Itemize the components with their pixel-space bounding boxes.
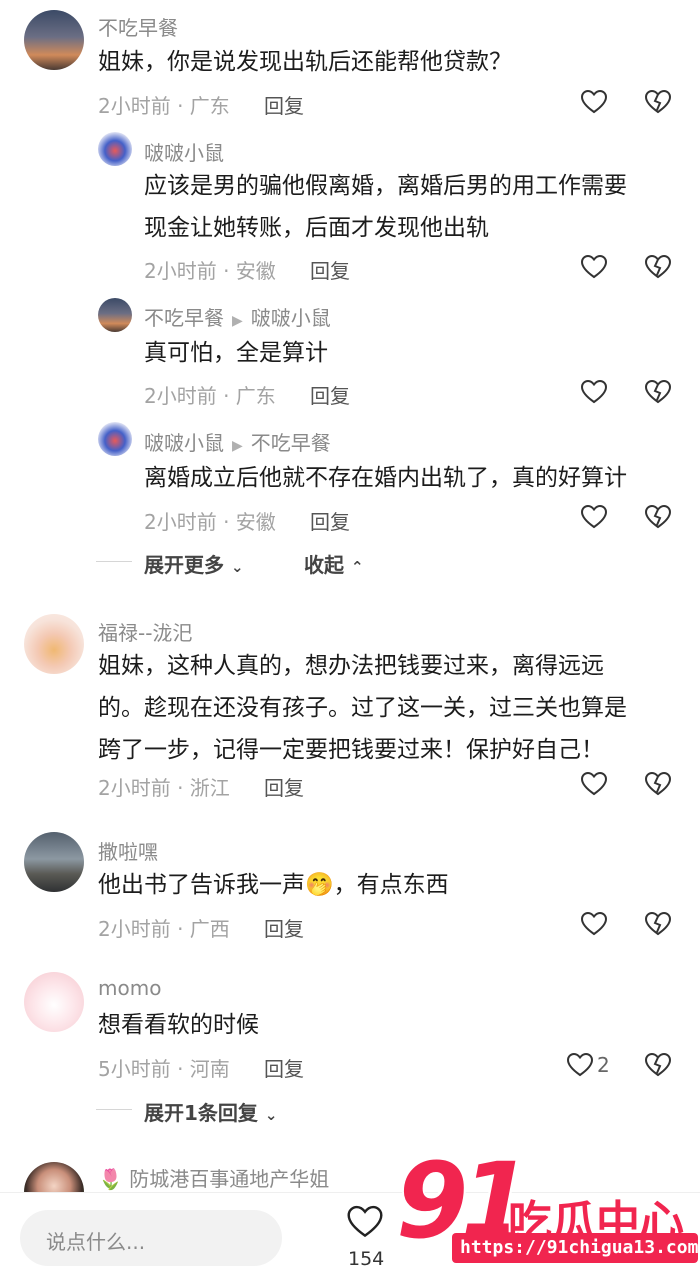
reply-meta: 2小时前 · 安徽 bbox=[144, 259, 276, 283]
reply-button[interactable]: 回复 bbox=[264, 772, 304, 801]
like-icon[interactable] bbox=[580, 770, 608, 798]
comment-author: 🌷 防城港百事通地产华姐 bbox=[98, 1163, 329, 1192]
reply-to-name[interactable]: 啵啵小鼠 bbox=[251, 306, 331, 330]
dislike-icon[interactable] bbox=[644, 378, 672, 406]
comment-meta: 2小时前 · 浙江 bbox=[98, 776, 230, 800]
like-icon[interactable] bbox=[580, 253, 608, 281]
reply-author-name[interactable]: 不吃早餐 bbox=[144, 306, 224, 330]
comment-text-line2: 的。趁现在还没有孩子。过了这一关，过三关也算是 bbox=[98, 695, 627, 721]
dislike-icon[interactable] bbox=[644, 1051, 672, 1079]
comment-text-part: ，有点东西 bbox=[333, 872, 449, 898]
like-icon[interactable] bbox=[580, 88, 608, 116]
collapse-label: 收起 bbox=[304, 553, 344, 577]
comment-text: 姐妹，你是说发现出轨后还能帮他贷款？ bbox=[98, 49, 512, 75]
comment-text-line1: 姐妹，这种人真的，想办法把钱要过来，离得远远 bbox=[98, 653, 604, 679]
comment-author[interactable]: momo bbox=[98, 976, 161, 1000]
comment-input[interactable]: 说点什么... bbox=[20, 1210, 282, 1266]
like-count: 2 bbox=[597, 1053, 610, 1077]
comment-meta: 5小时前 · 河南 bbox=[98, 1057, 230, 1081]
comment-text: 他出书了告诉我一声🤭，有点东西 bbox=[98, 863, 449, 907]
like-icon[interactable] bbox=[580, 503, 608, 531]
like-count: 154 bbox=[348, 1248, 385, 1270]
comment-author[interactable]: 撒啦嘿 bbox=[98, 836, 158, 865]
comment-meta: 2小时前 · 广东 bbox=[98, 94, 230, 118]
reply-text-line1: 应该是男的骗他假离婚，离婚后男的用工作需要 bbox=[144, 173, 627, 199]
comment-author-name[interactable]: 防城港百事通地产华姐 bbox=[129, 1167, 329, 1191]
watermark-url: https://91chigua13.com bbox=[460, 1237, 699, 1258]
avatar[interactable] bbox=[98, 298, 132, 332]
dislike-icon[interactable] bbox=[644, 88, 672, 116]
chevron-down-icon: ⌄ bbox=[230, 558, 244, 576]
divider bbox=[96, 1109, 132, 1110]
comment-text-line3: 跨了一步，记得一定要把钱要过来！保护好自己！ bbox=[98, 737, 604, 763]
avatar[interactable] bbox=[24, 972, 84, 1032]
expand-replies-label: 展开1条回复 bbox=[144, 1101, 258, 1125]
emoji: 🤭 bbox=[305, 872, 334, 898]
reply-text-line2: 现金让她转账，后面才发现他出轨 bbox=[144, 215, 489, 241]
reply-meta: 2小时前 · 安徽 bbox=[144, 510, 276, 534]
chevron-up-icon: ⌃ bbox=[350, 558, 364, 576]
like-icon[interactable] bbox=[566, 1051, 594, 1079]
reply-to-name[interactable]: 不吃早餐 bbox=[251, 431, 331, 455]
reply-author: 不吃早餐 ▶ 啵啵小鼠 bbox=[144, 302, 331, 331]
reply-button[interactable]: 回复 bbox=[310, 255, 350, 284]
watermark: 91 吃瓜中心 https://91chigua13.com bbox=[396, 1140, 700, 1280]
comment-author[interactable]: 不吃早餐 bbox=[98, 12, 178, 41]
reply-text: 离婚成立后他就不存在婚内出轨了，真的好算计 bbox=[144, 465, 627, 491]
expand-more-label: 展开更多 bbox=[144, 553, 224, 577]
reply-author-name[interactable]: 啵啵小鼠 bbox=[144, 431, 224, 455]
expand-replies-button[interactable]: 展开1条回复 ⌄ bbox=[144, 1097, 277, 1126]
comment-meta: 2小时前 · 广西 bbox=[98, 917, 230, 941]
reply-to-arrow-icon: ▶ bbox=[232, 438, 243, 454]
dislike-icon[interactable] bbox=[644, 253, 672, 281]
reply-button[interactable]: 回复 bbox=[310, 506, 350, 535]
reply-to-arrow-icon: ▶ bbox=[232, 313, 243, 329]
comment-author[interactable]: 福禄--泷汜 bbox=[98, 617, 192, 646]
reply-author[interactable]: 啵啵小鼠 bbox=[144, 137, 224, 166]
avatar[interactable] bbox=[24, 10, 84, 70]
expand-more-button[interactable]: 展开更多 ⌄ bbox=[144, 549, 244, 578]
dislike-icon[interactable] bbox=[644, 910, 672, 938]
comment-text: 想看看软的时候 bbox=[98, 1012, 259, 1038]
dislike-icon[interactable] bbox=[644, 503, 672, 531]
like-button[interactable] bbox=[346, 1203, 386, 1243]
reply-author: 啵啵小鼠 ▶ 不吃早餐 bbox=[144, 427, 331, 456]
heart-icon bbox=[347, 1205, 383, 1238]
reply-button[interactable]: 回复 bbox=[310, 380, 350, 409]
reply-meta: 2小时前 · 广东 bbox=[144, 384, 276, 408]
like-icon[interactable] bbox=[580, 910, 608, 938]
reply-button[interactable]: 回复 bbox=[264, 913, 304, 942]
tulip-icon: 🌷 bbox=[98, 1167, 123, 1191]
dislike-icon[interactable] bbox=[644, 770, 672, 798]
like-icon[interactable] bbox=[580, 378, 608, 406]
avatar[interactable] bbox=[24, 832, 84, 892]
comment-text-part: 他出书了告诉我一声 bbox=[98, 872, 305, 898]
avatar[interactable] bbox=[98, 422, 132, 456]
reply-text: 真可怕，全是算计 bbox=[144, 340, 328, 366]
avatar[interactable] bbox=[24, 614, 84, 674]
reply-button[interactable]: 回复 bbox=[264, 90, 304, 119]
divider bbox=[96, 561, 132, 562]
reply-button[interactable]: 回复 bbox=[264, 1053, 304, 1082]
collapse-button[interactable]: 收起 ⌃ bbox=[304, 549, 364, 578]
chevron-down-icon: ⌄ bbox=[264, 1106, 278, 1124]
comment-input-placeholder: 说点什么... bbox=[46, 1230, 146, 1254]
avatar[interactable] bbox=[98, 132, 132, 166]
